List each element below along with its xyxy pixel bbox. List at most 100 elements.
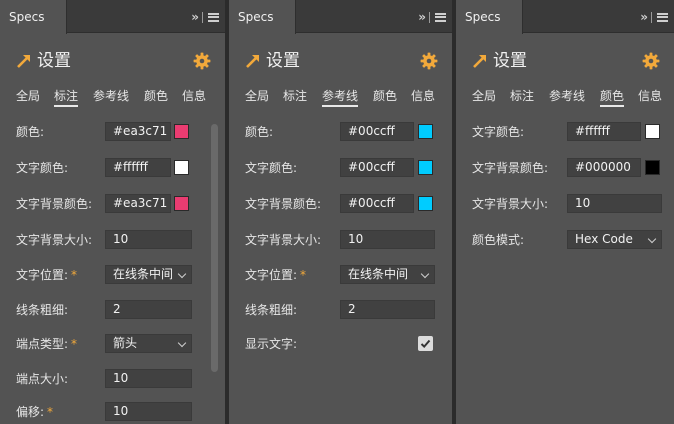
setting-select[interactable]: 箭头 (105, 334, 192, 353)
setting-number-input[interactable]: 10 (105, 402, 192, 421)
setting-select[interactable]: Hex Code (567, 230, 662, 249)
setting-number-input[interactable]: 10 (105, 369, 192, 388)
setting-number-input[interactable]: 2 (340, 300, 435, 319)
show-text-checkbox[interactable] (418, 336, 433, 351)
double-chevron-right-icon[interactable]: » (640, 10, 648, 24)
setting-label: 文字位置: * (16, 264, 77, 286)
setting-label-text: 文字背景颜色: (16, 197, 93, 211)
tab-guides[interactable]: 参考线 (549, 88, 585, 104)
color-swatch[interactable] (418, 124, 433, 139)
tab-info[interactable]: 信息 (182, 88, 206, 104)
color-hex-input[interactable]: #ea3c71 (105, 194, 171, 213)
color-hex-input[interactable]: #00ccff (340, 158, 414, 177)
setting-number-input[interactable]: 10 (567, 194, 662, 213)
setting-label: 文字背景颜色: (16, 193, 92, 215)
tab-info[interactable]: 信息 (638, 88, 662, 104)
separator (651, 11, 652, 23)
chevron-down-icon (420, 269, 430, 279)
color-swatch[interactable] (174, 124, 189, 139)
setting-row: 文字背景颜色: #000000 (456, 157, 674, 179)
color-hex-input[interactable]: #00ccff (340, 194, 414, 213)
color-hex-input[interactable]: #ffffff (567, 122, 641, 141)
setting-label: 颜色: (16, 121, 44, 143)
setting-label-text: 文字颜色: (472, 125, 525, 139)
chevron-down-icon (177, 269, 187, 279)
tab-colors[interactable]: 颜色 (144, 88, 168, 104)
tab-guides[interactable]: 参考线 (93, 88, 129, 104)
setting-label: 文字背景大小: (245, 229, 321, 251)
color-swatch[interactable] (418, 160, 433, 175)
setting-row: 文字背景颜色: #00ccff (229, 193, 452, 215)
setting-number-input[interactable]: 10 (340, 230, 435, 249)
color-swatch[interactable] (645, 160, 660, 175)
setting-select[interactable]: 在线条中间 (105, 265, 192, 284)
setting-label: 偏移: * (16, 401, 53, 423)
gear-icon[interactable] (642, 52, 660, 70)
setting-number-input[interactable]: 10 (105, 230, 192, 249)
select-value: Hex Code (575, 232, 633, 246)
gear-icon[interactable] (193, 52, 211, 70)
color-swatch[interactable] (174, 196, 189, 211)
hamburger-menu-icon[interactable] (208, 12, 219, 22)
separator (202, 11, 203, 23)
color-hex-input[interactable]: #ea3c71 (105, 122, 171, 141)
tab-guides[interactable]: 参考线 (322, 88, 359, 107)
setting-label-text: 线条粗细: (16, 303, 69, 317)
setting-row: 端点大小: 10 (0, 368, 225, 390)
tab-info[interactable]: 信息 (411, 88, 435, 104)
specs-panel-guides: Specs » 设置 全局 标注 参考线 颜色 信息 颜色: #00ccff 文字颜色: #00ccf… (229, 0, 452, 424)
setting-row: 线条粗细: 2 (0, 299, 225, 321)
specs-panel-annotation: Specs » 设置全局 标注 参考线 颜色 信息颜色: #ea3c71 文字颜色: #fffff… (0, 0, 225, 424)
tab-global[interactable]: 全局 (245, 88, 269, 104)
chevron-down-icon (177, 338, 187, 348)
chevron-down-icon (647, 234, 657, 244)
panel-controls: » (640, 10, 668, 24)
setting-select[interactable]: 在线条中间 (340, 265, 435, 284)
color-hex-input[interactable]: #000000 (567, 158, 641, 177)
color-hex-input[interactable]: #00ccff (340, 122, 414, 141)
hamburger-menu-icon[interactable] (435, 12, 446, 22)
gear-icon[interactable] (420, 52, 438, 70)
tab-annotation[interactable]: 标注 (283, 88, 307, 104)
panel-tab-bar: Specs » (456, 0, 674, 34)
tab-global[interactable]: 全局 (16, 88, 40, 104)
arrow-diagonal-icon (16, 53, 32, 69)
setting-label-text: 端点大小: (16, 372, 69, 386)
setting-label: 文字背景颜色: (472, 157, 548, 179)
setting-row: 文字背景颜色: #ea3c71 (0, 193, 225, 215)
color-swatch[interactable] (418, 196, 433, 211)
separator (429, 11, 430, 23)
tab-global[interactable]: 全局 (472, 88, 496, 104)
hamburger-menu-icon[interactable] (657, 12, 668, 22)
settings-title: 设置 (37, 51, 71, 71)
setting-label-text: 文字背景大小: (245, 233, 322, 247)
color-hex-input[interactable]: #ffffff (105, 158, 171, 177)
double-chevron-right-icon[interactable]: » (191, 10, 199, 24)
setting-label-text: 文字颜色: (16, 161, 69, 175)
tab-colors[interactable]: 颜色 (600, 88, 625, 107)
color-swatch[interactable] (174, 160, 189, 175)
panel-tab-specs[interactable]: Specs (0, 0, 67, 34)
scrollbar-thumb[interactable] (211, 124, 218, 372)
setting-number-input[interactable]: 2 (105, 300, 192, 319)
settings-title: 设置 (266, 51, 300, 71)
setting-row: 文字背景大小: 10 (0, 229, 225, 251)
setting-label: 颜色: (245, 121, 273, 143)
double-chevron-right-icon[interactable]: » (418, 10, 426, 24)
setting-row: 文字背景大小: 10 (456, 193, 674, 215)
setting-label: 文字颜色: (472, 121, 524, 143)
tab-annotation[interactable]: 标注 (54, 88, 79, 107)
setting-row: 颜色模式: Hex Code (456, 229, 674, 251)
select-value: 在线条中间 (348, 267, 409, 281)
color-swatch[interactable] (645, 124, 660, 139)
arrow-diagonal-icon (472, 53, 488, 69)
settings-header: 设置 (245, 50, 438, 72)
panel-tab-specs[interactable]: Specs (229, 0, 296, 34)
setting-row: 文字位置: * 在线条中间 (0, 264, 225, 286)
tab-annotation[interactable]: 标注 (510, 88, 534, 104)
tab-colors[interactable]: 颜色 (373, 88, 397, 104)
panel-tab-specs[interactable]: Specs (456, 0, 523, 34)
setting-label: 显示文字: (245, 333, 297, 355)
settings-tabs: 全局 标注 参考线 颜色 信息 (472, 88, 666, 108)
setting-row: 颜色: #ea3c71 (0, 121, 225, 143)
